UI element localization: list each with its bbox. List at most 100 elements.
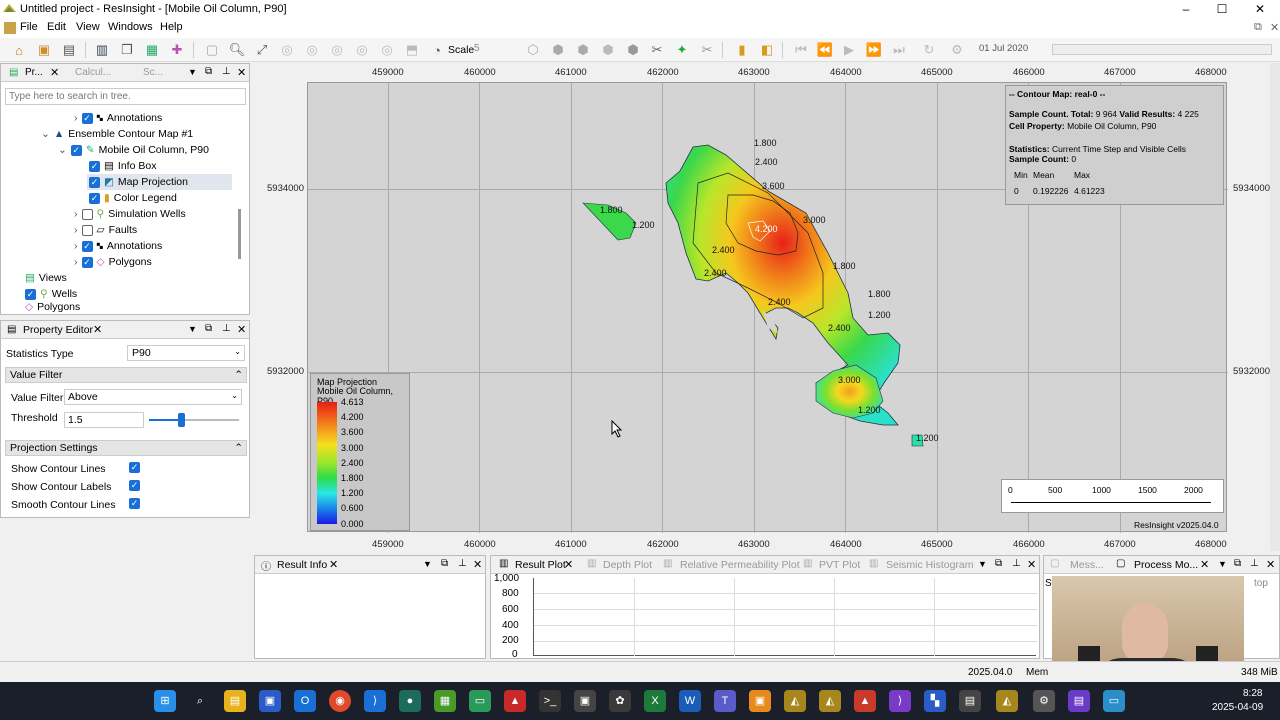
vscode-icon[interactable]: ⟩ [364, 690, 386, 712]
process-stop-button[interactable]: top [1254, 578, 1268, 589]
resinsight-icon[interactable]: ◭ [784, 690, 806, 712]
save-app-icon[interactable]: ▣ [259, 690, 281, 712]
tree-item-polygons-root[interactable]: ◇ Polygons [25, 302, 80, 312]
tab-process-monitor[interactable]: Process Mo... [1134, 559, 1198, 571]
app-icon[interactable]: ▣ [749, 690, 771, 712]
outlook-icon[interactable]: O [294, 690, 316, 712]
app-icon[interactable]: ▲ [504, 690, 526, 712]
close-mdi-icon[interactable]: ✕ [1270, 21, 1279, 34]
zoom-all-icon[interactable]: ⤢ [253, 41, 271, 59]
app-icon[interactable]: ▤ [959, 690, 981, 712]
app-icon[interactable]: ▭ [1103, 690, 1125, 712]
restore-mdi-icon[interactable]: ⧉ [1254, 21, 1262, 34]
zoom-icon[interactable]: 🔍︎ [228, 41, 246, 59]
terminal-icon[interactable]: >_ [539, 690, 561, 712]
tree-item-annotations-2[interactable]: › ✓ 🙿 Annotations [74, 238, 162, 254]
tree-scrollbar[interactable] [238, 209, 241, 259]
tree-search-input[interactable]: Type here to search in tree. [5, 88, 246, 105]
last-step-icon[interactable]: ⏭ [890, 41, 908, 59]
close-panel-icon[interactable]: ✕ [237, 323, 246, 336]
float-panel-icon[interactable]: ⧉ [995, 558, 1002, 569]
tab-messages[interactable]: Mess... [1070, 559, 1104, 571]
home-icon[interactable]: ⌂ [10, 41, 28, 59]
checkbox-icon[interactable]: ✓ [70, 144, 82, 156]
tree-item-mobile-oil-column[interactable]: ⌄ ✓ ✎ Mobile Oil Column, P90 [58, 142, 209, 158]
float-panel-icon[interactable]: ⧉ [1234, 558, 1241, 569]
play-icon[interactable]: ▶ [840, 41, 858, 59]
projection-settings-section-header[interactable]: Projection Settings ⌃ [5, 440, 247, 456]
tab-seismic-histogram[interactable]: Seismic Histogram [886, 559, 974, 571]
close-tab-icon[interactable]: ✕ [564, 558, 573, 571]
show-contour-labels-checkbox[interactable]: ✓ [129, 480, 140, 491]
minimize-button[interactable]: – [1168, 0, 1204, 18]
statistics-type-select[interactable]: P90 ⌄ [127, 345, 245, 361]
visual-studio-icon[interactable]: ⟩ [889, 690, 911, 712]
faults-toggle-icon[interactable]: ✂ [648, 41, 666, 59]
checkbox-icon[interactable]: ✓ [81, 256, 93, 268]
view-north-icon[interactable]: ◎ [303, 41, 321, 59]
result-info-title[interactable]: Result Info [277, 559, 327, 571]
close-tab-icon[interactable]: ✕ [93, 323, 102, 336]
pin-panel-icon[interactable]: ⊥ [1012, 558, 1021, 569]
app-icon[interactable]: ▲ [854, 690, 876, 712]
excel-icon[interactable]: X [644, 690, 666, 712]
cube-mesh-icon[interactable]: ⬢ [574, 41, 592, 59]
first-step-icon[interactable]: ⏮ [792, 41, 810, 59]
well-disks-icon[interactable]: ✂ [698, 41, 716, 59]
pin-panel-icon[interactable]: ⊥ [222, 323, 231, 334]
word-icon[interactable]: W [679, 690, 701, 712]
resinsight-icon[interactable]: ◭ [819, 690, 841, 712]
map-plot-area[interactable]: 1.800 2.400 3.600 4.200 3.000 1.800 2.40… [307, 82, 1228, 533]
time-step-select[interactable]: 01 Jul 2020 [976, 43, 1042, 58]
float-panel-icon[interactable]: ⧉ [205, 323, 212, 334]
checkbox-icon[interactable] [81, 224, 93, 236]
menu-view[interactable]: View [76, 21, 100, 33]
app-icon[interactable]: ▣ [574, 690, 596, 712]
next-step-icon[interactable]: ⏩ [865, 41, 883, 59]
value-filter-select[interactable]: Above ⌄ [64, 389, 242, 405]
app-menu-icon[interactable] [4, 22, 16, 34]
time-slider[interactable] [1052, 44, 1272, 55]
teams-icon[interactable]: T [714, 690, 736, 712]
save-icon[interactable]: ▤ [60, 41, 78, 59]
panel-menu-icon[interactable]: ▼ [423, 559, 432, 569]
panel-menu-icon[interactable]: ▼ [188, 324, 197, 334]
float-panel-icon[interactable]: ⧉ [441, 558, 448, 569]
resinsight-icon[interactable]: ◭ [996, 690, 1018, 712]
tree-item-map-projection[interactable]: ✓ ◩ Map Projection [87, 174, 232, 190]
tab-project[interactable]: Pr... [25, 67, 43, 78]
tab-pvt-plot[interactable]: PVT Plot [819, 559, 860, 571]
smooth-contour-lines-checkbox[interactable]: ✓ [129, 498, 140, 509]
collapse-icon[interactable]: ⌃ [234, 441, 243, 455]
tab-result-plot[interactable]: Result Plot [515, 559, 566, 571]
view-east-icon[interactable]: ◎ [353, 41, 371, 59]
threshold-slider[interactable] [149, 413, 239, 427]
maximize-button[interactable]: ☐ [1204, 0, 1240, 18]
cube-solid-icon[interactable]: ⬢ [549, 41, 567, 59]
threshold-slider-handle[interactable] [177, 413, 185, 427]
tab-depth-plot[interactable]: Depth Plot [603, 559, 652, 571]
tree-item-faults[interactable]: › ▱ Faults [74, 222, 137, 238]
tab-scripts[interactable]: Sc... [143, 67, 163, 78]
settings-icon[interactable]: ⚙ [1033, 690, 1055, 712]
show-contour-lines-checkbox[interactable]: ✓ [129, 462, 140, 473]
app-icon[interactable]: ● [399, 690, 421, 712]
close-panel-icon[interactable]: ✕ [1266, 558, 1275, 571]
close-panel-icon[interactable]: ✕ [473, 558, 482, 571]
close-panel-icon[interactable]: ✕ [1027, 558, 1036, 571]
checkbox-icon[interactable]: ✓ [81, 112, 93, 124]
menu-edit[interactable]: Edit [47, 21, 66, 33]
app-icon[interactable]: ▚ [924, 690, 946, 712]
view-up-icon[interactable]: ◎ [278, 41, 296, 59]
pin-panel-icon[interactable]: ⊥ [458, 558, 467, 569]
grid-icon[interactable]: ▦ [143, 41, 161, 59]
close-tab-icon[interactable]: ✕ [50, 66, 59, 79]
float-panel-icon[interactable]: ⧉ [205, 66, 212, 77]
open-project-icon[interactable]: ▣ [35, 41, 53, 59]
checkbox-icon[interactable]: ✓ [89, 192, 100, 204]
app-icon[interactable]: ✿ [609, 690, 631, 712]
close-button[interactable]: ✕ [1242, 0, 1278, 18]
view-down-icon[interactable]: ⬒ [403, 41, 421, 59]
repeat-icon[interactable]: ↻ [920, 41, 938, 59]
close-panel-icon[interactable]: ✕ [237, 66, 246, 79]
